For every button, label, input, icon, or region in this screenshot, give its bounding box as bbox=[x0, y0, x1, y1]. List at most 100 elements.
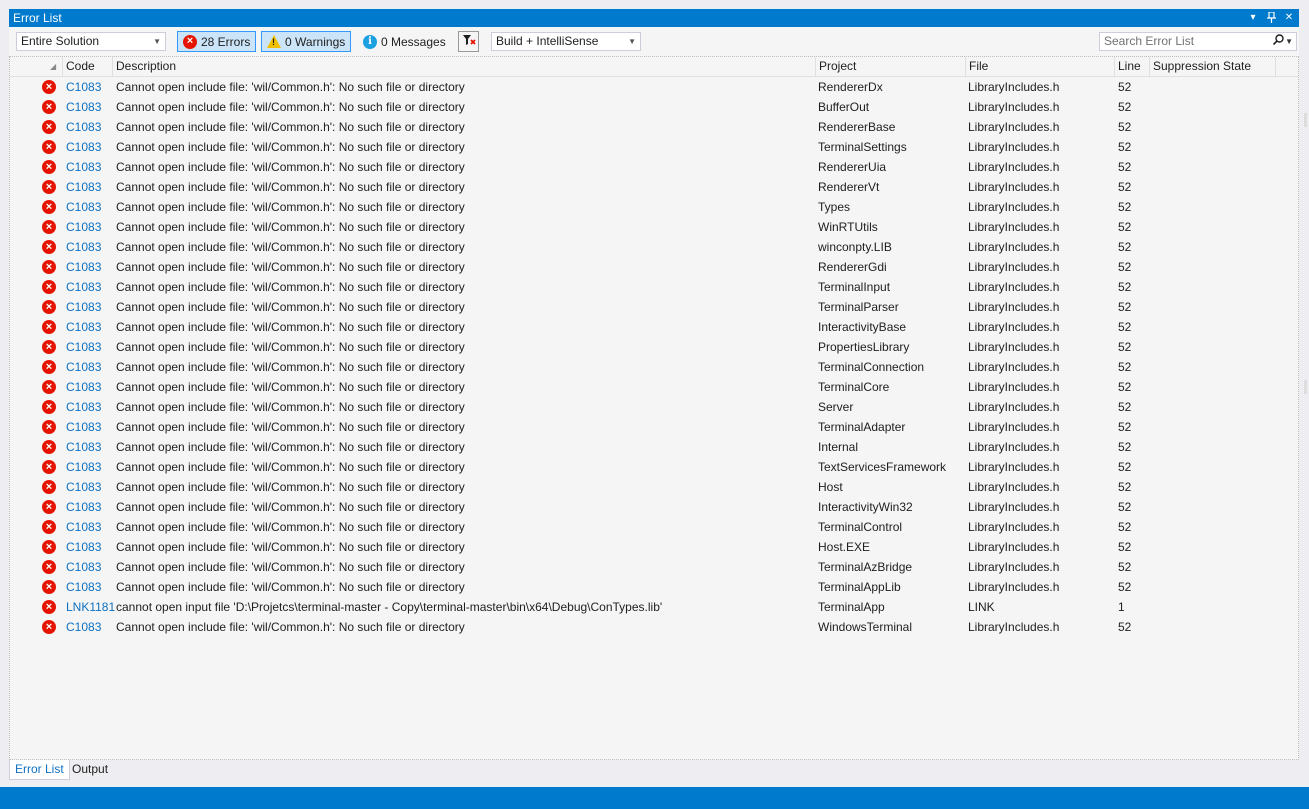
row-code-link[interactable]: C1083 bbox=[66, 277, 116, 297]
search-options-dropdown-icon[interactable]: ▼ bbox=[1285, 33, 1293, 50]
table-row[interactable]: × LNK1181 cannot open input file 'D:\Proje… bbox=[10, 597, 1298, 617]
row-line: 52 bbox=[1118, 340, 1132, 354]
row-project: RendererDx bbox=[818, 80, 883, 94]
table-row[interactable]: × C1083 Cannot open include file: 'wil/Com… bbox=[10, 397, 1298, 417]
row-code-link[interactable]: LNK1181 bbox=[66, 597, 116, 617]
column-header-code[interactable]: Code bbox=[63, 57, 113, 76]
table-row[interactable]: × C1083 Cannot open include file: 'wil/Com… bbox=[10, 277, 1298, 297]
row-file: LibraryIncludes.h bbox=[968, 460, 1060, 474]
row-code-link[interactable]: C1083 bbox=[66, 297, 116, 317]
row-description: Cannot open include file: 'wil/Common.h'… bbox=[116, 180, 465, 194]
clear-filter-button[interactable] bbox=[458, 31, 479, 52]
table-row[interactable]: × C1083 Cannot open include file: 'wil/Com… bbox=[10, 197, 1298, 217]
error-circle-icon: × bbox=[42, 620, 56, 634]
row-project: Internal bbox=[818, 440, 859, 454]
source-dropdown[interactable]: Build + IntelliSense ▼ bbox=[491, 32, 641, 51]
table-row[interactable]: × C1083 Cannot open include file: 'wil/Com… bbox=[10, 217, 1298, 237]
row-project: TerminalControl bbox=[818, 520, 903, 534]
row-code-link[interactable]: C1083 bbox=[66, 577, 116, 597]
row-code-link[interactable]: C1083 bbox=[66, 317, 116, 337]
row-line: 52 bbox=[1118, 580, 1132, 594]
row-file: LibraryIncludes.h bbox=[968, 280, 1060, 294]
row-description: Cannot open include file: 'wil/Common.h'… bbox=[116, 420, 465, 434]
table-row[interactable]: × C1083 Cannot open include file: 'wil/Com… bbox=[10, 577, 1298, 597]
row-code-link[interactable]: C1083 bbox=[66, 97, 116, 117]
table-row[interactable]: × C1083 Cannot open include file: 'wil/Com… bbox=[10, 97, 1298, 117]
row-code-link[interactable]: C1083 bbox=[66, 137, 116, 157]
row-line: 52 bbox=[1118, 440, 1132, 454]
row-code-link[interactable]: C1083 bbox=[66, 477, 116, 497]
table-row[interactable]: × C1083 Cannot open include file: 'wil/Com… bbox=[10, 497, 1298, 517]
table-row[interactable]: × C1083 Cannot open include file: 'wil/Com… bbox=[10, 177, 1298, 197]
close-icon[interactable]: ✕ bbox=[1283, 10, 1295, 24]
row-code-link[interactable]: C1083 bbox=[66, 537, 116, 557]
row-code-link[interactable]: C1083 bbox=[66, 377, 116, 397]
row-line: 52 bbox=[1118, 500, 1132, 514]
pin-icon[interactable] bbox=[1265, 10, 1277, 24]
table-row[interactable]: × C1083 Cannot open include file: 'wil/Com… bbox=[10, 417, 1298, 437]
table-row[interactable]: × C1083 Cannot open include file: 'wil/Com… bbox=[10, 377, 1298, 397]
table-row[interactable]: × C1083 Cannot open include file: 'wil/Com… bbox=[10, 317, 1298, 337]
column-header-file[interactable]: File bbox=[966, 57, 1115, 76]
table-row[interactable]: × C1083 Cannot open include file: 'wil/Com… bbox=[10, 437, 1298, 457]
table-row[interactable]: × C1083 Cannot open include file: 'wil/Com… bbox=[10, 557, 1298, 577]
error-circle-icon: × bbox=[42, 120, 56, 134]
tab-output[interactable]: Output bbox=[67, 760, 113, 780]
table-row[interactable]: × C1083 Cannot open include file: 'wil/Com… bbox=[10, 517, 1298, 537]
row-code-link[interactable]: C1083 bbox=[66, 157, 116, 177]
table-row[interactable]: × C1083 Cannot open include file: 'wil/Com… bbox=[10, 237, 1298, 257]
table-row[interactable]: × C1083 Cannot open include file: 'wil/Com… bbox=[10, 617, 1298, 637]
table-row[interactable]: × C1083 Cannot open include file: 'wil/Com… bbox=[10, 297, 1298, 317]
column-header-description[interactable]: Description bbox=[113, 57, 816, 76]
row-code-link[interactable]: C1083 bbox=[66, 197, 116, 217]
table-row[interactable]: × C1083 Cannot open include file: 'wil/Com… bbox=[10, 337, 1298, 357]
row-code-link[interactable]: C1083 bbox=[66, 617, 116, 637]
row-code-link[interactable]: C1083 bbox=[66, 497, 116, 517]
scope-dropdown[interactable]: Entire Solution ▼ bbox=[16, 32, 166, 51]
table-row[interactable]: × C1083 Cannot open include file: 'wil/Com… bbox=[10, 137, 1298, 157]
row-file: LibraryIncludes.h bbox=[968, 620, 1060, 634]
messages-filter-button[interactable]: i 0 Messages bbox=[357, 31, 452, 52]
row-description: Cannot open include file: 'wil/Common.h'… bbox=[116, 300, 465, 314]
row-code-link[interactable]: C1083 bbox=[66, 217, 116, 237]
row-code-link[interactable]: C1083 bbox=[66, 117, 116, 137]
table-row[interactable]: × C1083 Cannot open include file: 'wil/Com… bbox=[10, 537, 1298, 557]
row-code-link[interactable]: C1083 bbox=[66, 357, 116, 377]
row-code-link[interactable]: C1083 bbox=[66, 417, 116, 437]
table-row[interactable]: × C1083 Cannot open include file: 'wil/Com… bbox=[10, 257, 1298, 277]
row-project: Host bbox=[818, 480, 843, 494]
row-line: 52 bbox=[1118, 200, 1132, 214]
table-row[interactable]: × C1083 Cannot open include file: 'wil/Com… bbox=[10, 357, 1298, 377]
column-header-severity[interactable]: ◢ bbox=[10, 57, 63, 76]
column-header-line[interactable]: Line bbox=[1115, 57, 1150, 76]
search-input[interactable]: Search Error List ▼ bbox=[1099, 32, 1297, 51]
table-row[interactable]: × C1083 Cannot open include file: 'wil/Com… bbox=[10, 77, 1298, 97]
column-header-project[interactable]: Project bbox=[816, 57, 966, 76]
row-code-link[interactable]: C1083 bbox=[66, 77, 116, 97]
row-code-link[interactable]: C1083 bbox=[66, 177, 116, 197]
warnings-filter-button[interactable]: 0 Warnings bbox=[261, 31, 352, 52]
row-code-link[interactable]: C1083 bbox=[66, 437, 116, 457]
row-line: 52 bbox=[1118, 160, 1132, 174]
row-description: Cannot open include file: 'wil/Common.h'… bbox=[116, 240, 465, 254]
row-line: 52 bbox=[1118, 400, 1132, 414]
row-code-link[interactable]: C1083 bbox=[66, 397, 116, 417]
row-code-link[interactable]: C1083 bbox=[66, 337, 116, 357]
row-code-link[interactable]: C1083 bbox=[66, 257, 116, 277]
row-file: LibraryIncludes.h bbox=[968, 360, 1060, 374]
window-position-menu-icon[interactable]: ▾ bbox=[1247, 10, 1259, 24]
table-row[interactable]: × C1083 Cannot open include file: 'wil/Com… bbox=[10, 477, 1298, 497]
table-row[interactable]: × C1083 Cannot open include file: 'wil/Com… bbox=[10, 157, 1298, 177]
row-description: Cannot open include file: 'wil/Common.h'… bbox=[116, 160, 465, 174]
row-code-link[interactable]: C1083 bbox=[66, 457, 116, 477]
row-line: 52 bbox=[1118, 320, 1132, 334]
row-code-link[interactable]: C1083 bbox=[66, 557, 116, 577]
errors-filter-button[interactable]: × 28 Errors bbox=[177, 31, 257, 52]
row-code-link[interactable]: C1083 bbox=[66, 517, 116, 537]
table-row[interactable]: × C1083 Cannot open include file: 'wil/Com… bbox=[10, 117, 1298, 137]
table-row[interactable]: × C1083 Cannot open include file: 'wil/Com… bbox=[10, 457, 1298, 477]
column-header-suppression-state[interactable]: Suppression State bbox=[1150, 57, 1276, 76]
tab-error-list[interactable]: Error List bbox=[9, 760, 70, 780]
row-code-link[interactable]: C1083 bbox=[66, 237, 116, 257]
status-bar bbox=[0, 787, 1309, 809]
